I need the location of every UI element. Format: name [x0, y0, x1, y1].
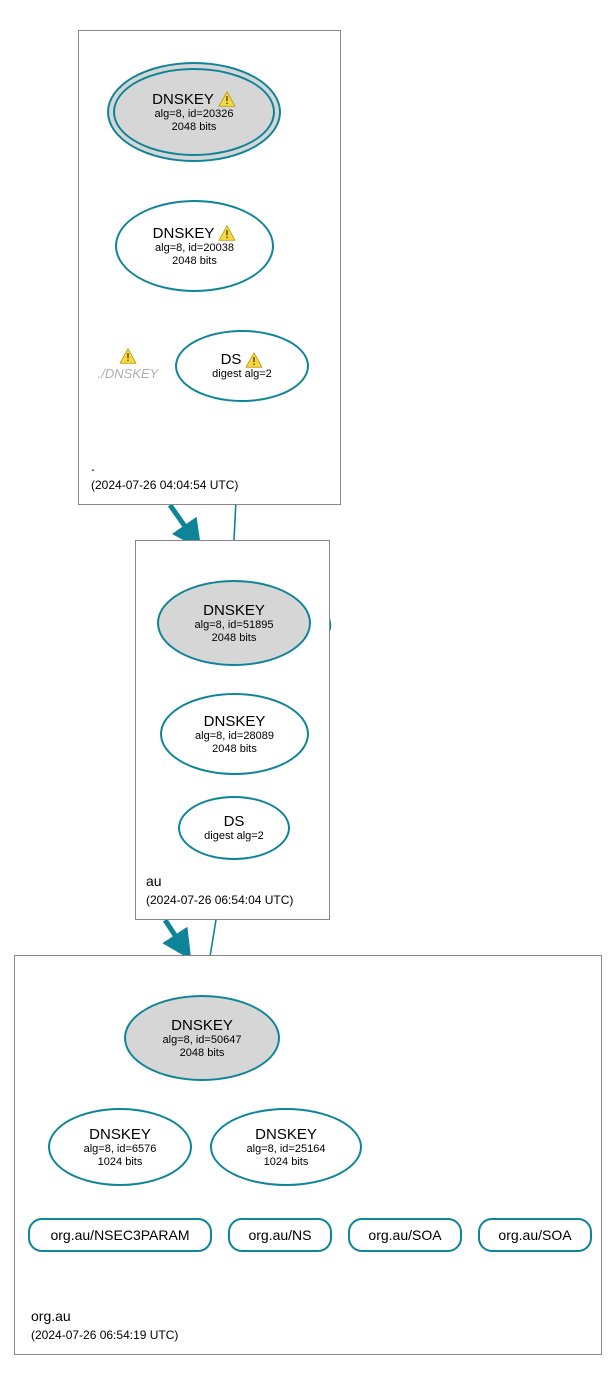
node-alg: alg=8, id=50647	[163, 1034, 242, 1047]
rrset-label: org.au/SOA	[498, 1227, 571, 1243]
node-bits: 1024 bits	[98, 1156, 143, 1169]
node-root-zsk[interactable]: DNSKEY alg=8, id=20038 2048 bits	[115, 200, 274, 292]
rrset-label: org.au/NSEC3PARAM	[50, 1227, 189, 1243]
node-title: DNSKEY	[153, 225, 215, 242]
ghost-label: ./DNSKEY	[98, 366, 159, 381]
node-root-ds[interactable]: DS digest alg=2	[175, 330, 309, 402]
node-alg: alg=8, id=20038	[155, 242, 234, 255]
node-title: DNSKEY	[255, 1126, 317, 1143]
node-bits: 2048 bits	[212, 632, 257, 645]
node-bits: 2048 bits	[212, 743, 257, 756]
node-orgau-ksk[interactable]: DNSKEY alg=8, id=50647 2048 bits	[124, 995, 280, 1081]
warning-icon	[218, 225, 236, 241]
node-digest: digest alg=2	[204, 830, 264, 843]
node-bits: 1024 bits	[264, 1156, 309, 1169]
rrset-soa-2[interactable]: org.au/SOA	[478, 1218, 592, 1252]
node-bits: 2048 bits	[172, 121, 217, 134]
rrset-label: org.au/NS	[248, 1227, 311, 1243]
node-bits: 2048 bits	[180, 1047, 225, 1060]
node-alg: alg=8, id=6576	[84, 1143, 157, 1156]
node-au-zsk[interactable]: DNSKEY alg=8, id=28089 2048 bits	[160, 693, 309, 775]
node-digest: digest alg=2	[212, 368, 272, 381]
node-alg: alg=8, id=51895	[195, 619, 274, 632]
cluster-au-timestamp: (2024-07-26 06:54:04 UTC)	[146, 893, 293, 907]
rrset-label: org.au/SOA	[368, 1227, 441, 1243]
node-root-ghost: ./DNSKEY	[92, 348, 164, 382]
node-au-ds[interactable]: DS digest alg=2	[178, 796, 290, 860]
node-title: DNSKEY	[171, 1017, 233, 1034]
cluster-au-label: au	[146, 873, 162, 889]
node-au-ksk[interactable]: DNSKEY alg=8, id=51895 2048 bits	[157, 580, 311, 666]
node-alg: alg=8, id=20326	[155, 108, 234, 121]
cluster-root-timestamp: (2024-07-26 04:04:54 UTC)	[91, 478, 238, 492]
rrset-ns[interactable]: org.au/NS	[228, 1218, 332, 1252]
node-alg: alg=8, id=25164	[247, 1143, 326, 1156]
node-orgau-zsk2[interactable]: DNSKEY alg=8, id=25164 1024 bits	[210, 1108, 362, 1186]
node-bits: 2048 bits	[172, 255, 217, 268]
node-alg: alg=8, id=28089	[195, 730, 274, 743]
cluster-root-label: .	[91, 458, 95, 474]
warning-icon	[218, 91, 236, 107]
node-title: DNSKEY	[203, 602, 265, 619]
rrset-soa-1[interactable]: org.au/SOA	[348, 1218, 462, 1252]
node-title: DNSKEY	[204, 713, 266, 730]
node-title: DS	[221, 351, 242, 368]
cluster-orgau-label: org.au	[31, 1308, 71, 1324]
node-title: DNSKEY	[152, 91, 214, 108]
warning-icon	[245, 352, 263, 368]
node-title: DS	[224, 813, 245, 830]
cluster-orgau-timestamp: (2024-07-26 06:54:19 UTC)	[31, 1328, 178, 1342]
node-title: DNSKEY	[89, 1126, 151, 1143]
rrset-nsec3param[interactable]: org.au/NSEC3PARAM	[28, 1218, 212, 1252]
node-orgau-zsk1[interactable]: DNSKEY alg=8, id=6576 1024 bits	[48, 1108, 192, 1186]
node-root-ksk[interactable]: DNSKEY alg=8, id=20326 2048 bits	[107, 62, 281, 162]
warning-icon	[119, 348, 137, 364]
